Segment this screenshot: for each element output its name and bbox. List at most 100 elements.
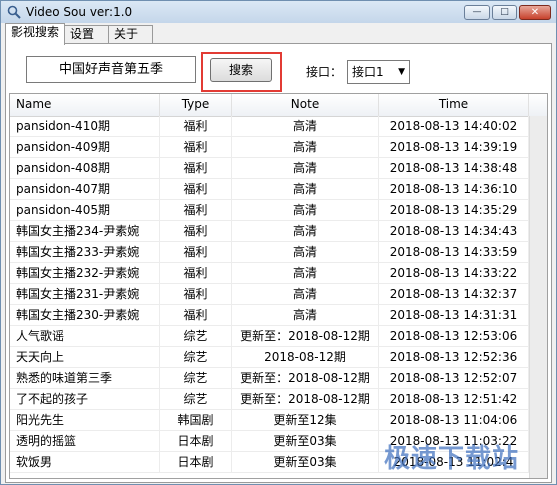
cell-note: 高清 <box>232 116 379 137</box>
cell-type: 日本剧 <box>160 452 232 473</box>
cell-type: 福利 <box>160 200 232 221</box>
cell-time: 2018-08-13 14:36:10 <box>379 179 529 200</box>
table-row[interactable]: 韩国女主播233-尹素婉 福利 高清 2018-08-13 14:33:59 <box>10 242 547 263</box>
cell-note: 2018-08-12期 <box>232 347 379 368</box>
watermark-logo: 极速下载站 <box>384 444 520 474</box>
cell-note: 高清 <box>232 305 379 326</box>
interface-select-value: 接口1 <box>352 65 384 79</box>
cell-type: 福利 <box>160 284 232 305</box>
cell-name: pansidon-409期 <box>10 137 160 158</box>
cell-time: 2018-08-13 12:51:42 <box>379 389 529 410</box>
cell-type: 福利 <box>160 221 232 242</box>
cell-time: 2018-08-13 14:33:59 <box>379 242 529 263</box>
cell-name: 韩国女主播233-尹素婉 <box>10 242 160 263</box>
cell-note: 高清 <box>232 200 379 221</box>
cell-name: pansidon-408期 <box>10 158 160 179</box>
cell-type: 福利 <box>160 263 232 284</box>
cell-name: 软饭男 <box>10 452 160 473</box>
cell-type: 综艺 <box>160 347 232 368</box>
cell-time: 2018-08-13 12:52:07 <box>379 368 529 389</box>
interface-select[interactable]: 接口1 ▼ <box>347 60 410 84</box>
cell-type: 福利 <box>160 305 232 326</box>
search-button[interactable]: 搜索 <box>210 58 272 82</box>
minimize-button[interactable]: — <box>464 5 490 20</box>
table-row[interactable]: 天天向上 综艺 2018-08-12期 2018-08-13 12:52:36 <box>10 347 547 368</box>
cell-name: 透明的摇篮 <box>10 431 160 452</box>
search-input[interactable]: 中国好声音第五季 <box>26 56 196 83</box>
column-header-type[interactable]: Type <box>160 94 232 116</box>
cell-note: 更新至：2018-08-12期 <box>232 368 379 389</box>
table-row[interactable]: 韩国女主播230-尹素婉 福利 高清 2018-08-13 14:31:31 <box>10 305 547 326</box>
cell-time: 2018-08-13 12:52:36 <box>379 347 529 368</box>
table-row[interactable]: pansidon-405期 福利 高清 2018-08-13 14:35:29 <box>10 200 547 221</box>
table-row[interactable]: 韩国女主播234-尹素婉 福利 高清 2018-08-13 14:34:43 <box>10 221 547 242</box>
cell-name: 熟悉的味道第三季 <box>10 368 160 389</box>
cell-type: 福利 <box>160 242 232 263</box>
app-window: Video Sou ver:1.0 — □ ✕ 影视搜索 设置 关于 中国好声音… <box>0 0 557 485</box>
magnifier-icon <box>7 5 21 19</box>
tab-about[interactable]: 关于 <box>108 25 153 44</box>
maximize-button[interactable]: □ <box>492 5 517 20</box>
cell-type: 福利 <box>160 137 232 158</box>
cell-name: 韩国女主播232-尹素婉 <box>10 263 160 284</box>
table-row[interactable]: 阳光先生 韩国剧 更新至12集 2018-08-13 11:04:06 <box>10 410 547 431</box>
table-row[interactable]: 熟悉的味道第三季 综艺 更新至：2018-08-12期 2018-08-13 12:5… <box>10 368 547 389</box>
table-row[interactable]: pansidon-410期 福利 高清 2018-08-13 14:40:02 <box>10 116 547 137</box>
cell-note: 高清 <box>232 158 379 179</box>
cell-name: 了不起的孩子 <box>10 389 160 410</box>
vertical-scrollbar[interactable] <box>529 116 547 478</box>
cell-time: 2018-08-13 14:38:48 <box>379 158 529 179</box>
chevron-down-icon: ▼ <box>398 67 405 77</box>
cell-name: 韩国女主播234-尹素婉 <box>10 221 160 242</box>
cell-note: 更新至03集 <box>232 452 379 473</box>
cell-type: 日本剧 <box>160 431 232 452</box>
window-title: Video Sou ver:1.0 <box>26 5 133 19</box>
column-header-name[interactable]: Name <box>10 94 160 116</box>
cell-note: 高清 <box>232 242 379 263</box>
column-header-note[interactable]: Note <box>232 94 379 116</box>
cell-type: 综艺 <box>160 389 232 410</box>
cell-name: pansidon-410期 <box>10 116 160 137</box>
cell-name: pansidon-407期 <box>10 179 160 200</box>
cell-note: 更新至：2018-08-12期 <box>232 389 379 410</box>
title-bar[interactable]: Video Sou ver:1.0 — □ ✕ <box>1 1 556 23</box>
results-table: Name Type Note Time pansidon-410期 福利 高清 201… <box>9 93 548 479</box>
cell-time: 2018-08-13 14:34:43 <box>379 221 529 242</box>
cell-note: 高清 <box>232 221 379 242</box>
cell-note: 更新至：2018-08-12期 <box>232 326 379 347</box>
interface-label: 接口： <box>306 65 343 79</box>
cell-note: 高清 <box>232 284 379 305</box>
cell-note: 高清 <box>232 137 379 158</box>
cell-time: 2018-08-13 14:33:22 <box>379 263 529 284</box>
table-row[interactable]: pansidon-409期 福利 高清 2018-08-13 14:39:19 <box>10 137 547 158</box>
cell-time: 2018-08-13 12:53:06 <box>379 326 529 347</box>
cell-type: 综艺 <box>160 326 232 347</box>
table-row[interactable]: 人气歌谣 综艺 更新至：2018-08-12期 2018-08-13 12:53:06 <box>10 326 547 347</box>
cell-name: pansidon-405期 <box>10 200 160 221</box>
table-row[interactable]: pansidon-408期 福利 高清 2018-08-13 14:38:48 <box>10 158 547 179</box>
cell-name: 韩国女主播231-尹素婉 <box>10 284 160 305</box>
close-button[interactable]: ✕ <box>519 5 551 20</box>
tab-settings[interactable]: 设置 <box>64 25 109 44</box>
cell-time: 2018-08-13 14:31:31 <box>379 305 529 326</box>
cell-type: 福利 <box>160 158 232 179</box>
cell-time: 2018-08-13 14:39:19 <box>379 137 529 158</box>
cell-name: 韩国女主播230-尹素婉 <box>10 305 160 326</box>
cell-name: 天天向上 <box>10 347 160 368</box>
cell-name: 人气歌谣 <box>10 326 160 347</box>
column-header-time[interactable]: Time <box>379 94 529 116</box>
cell-note: 更新至12集 <box>232 410 379 431</box>
cell-type: 福利 <box>160 116 232 137</box>
cell-time: 2018-08-13 11:04:06 <box>379 410 529 431</box>
table-row[interactable]: pansidon-407期 福利 高清 2018-08-13 14:36:10 <box>10 179 547 200</box>
table-row[interactable]: 韩国女主播232-尹素婉 福利 高清 2018-08-13 14:33:22 <box>10 263 547 284</box>
cell-note: 更新至03集 <box>232 431 379 452</box>
cell-time: 2018-08-13 14:35:29 <box>379 200 529 221</box>
cell-type: 福利 <box>160 179 232 200</box>
cell-note: 高清 <box>232 263 379 284</box>
cell-note: 高清 <box>232 179 379 200</box>
table-row[interactable]: 了不起的孩子 综艺 更新至：2018-08-12期 2018-08-13 12:51:… <box>10 389 547 410</box>
table-row[interactable]: 韩国女主播231-尹素婉 福利 高清 2018-08-13 14:32:37 <box>10 284 547 305</box>
tab-video-search[interactable]: 影视搜索 <box>5 23 65 45</box>
cell-name: 阳光先生 <box>10 410 160 431</box>
